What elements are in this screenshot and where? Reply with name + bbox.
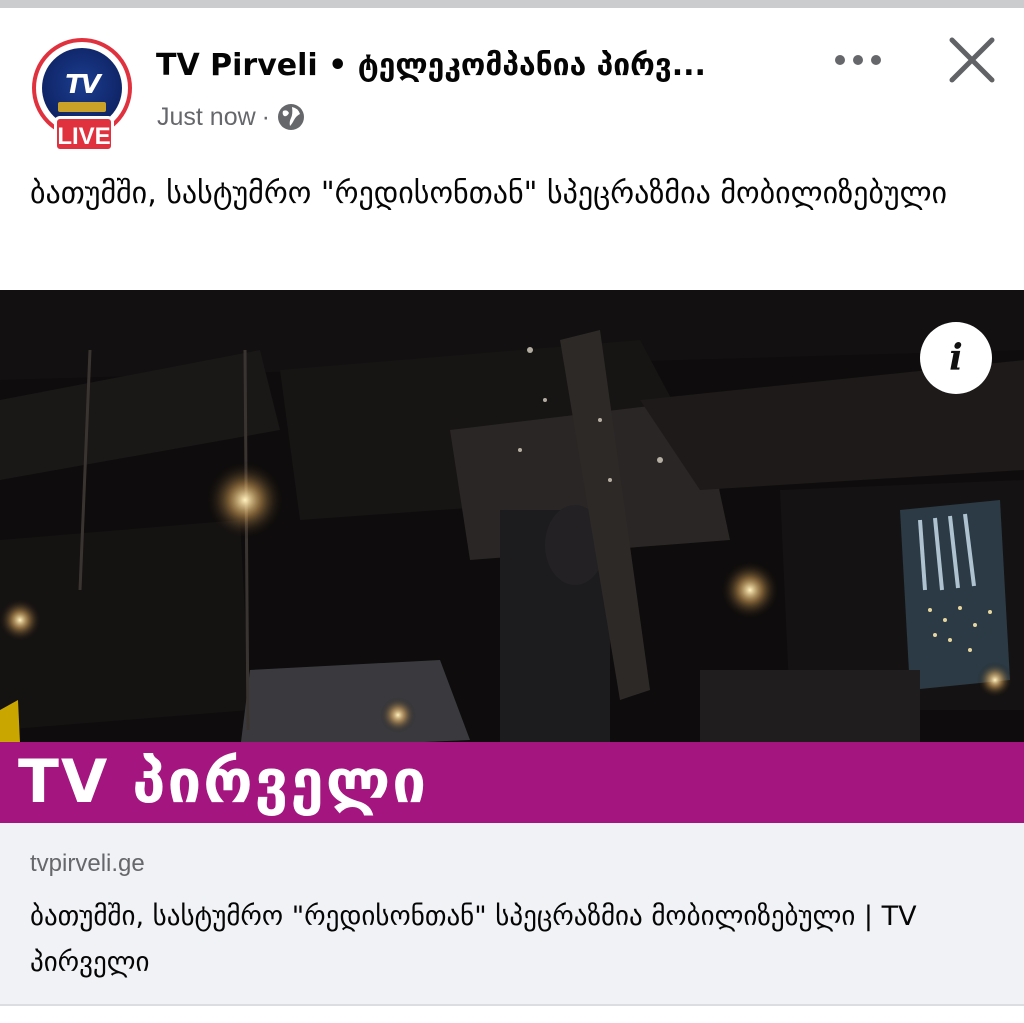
page-name-link[interactable]: TV Pirveli • ტელეკომპანია პირვ... [156,48,756,83]
link-title[interactable]: ბათუმში, სასტუმრო "რედისონთან" სპეცრაზმი… [30,894,990,986]
banner-logo-text: TV პირველი [18,747,429,817]
channel-banner: TV პირველი [0,742,1024,823]
meta-separator: · [261,102,270,131]
post-meta: Just now · [157,100,306,134]
live-badge: LIVE [54,116,114,152]
bottom-divider [0,1004,1024,1006]
close-button[interactable] [944,32,1000,88]
post-text: ბათუმში, სასტუმრო "რედისონთან" სპეცრაზმი… [30,176,948,211]
top-divider [0,0,1024,8]
logo-band [58,102,106,112]
more-dots-icon [828,55,888,84]
link-domain: tvpirveli.ge [30,850,145,877]
page-avatar[interactable]: TV LIVE [30,38,138,154]
more-options-button[interactable] [828,40,888,80]
post-timestamp[interactable]: Just now [157,103,256,132]
info-button[interactable]: i [920,322,992,394]
logo-text: TV [65,70,101,100]
globe-icon [276,102,306,132]
close-icon [944,37,1000,92]
